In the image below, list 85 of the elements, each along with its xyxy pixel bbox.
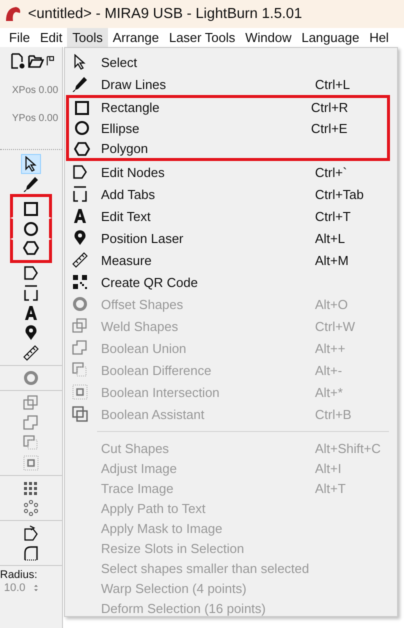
menu-item[interactable]: Draw Lines Ctrl+L <box>65 73 397 95</box>
shortcut-label: Alt+O <box>315 296 349 312</box>
intersection-square-icon <box>23 455 39 471</box>
tool-button[interactable] <box>10 218 52 239</box>
qr-code-icon <box>72 274 88 290</box>
position-readout: YPos 0.00 <box>11 112 60 126</box>
merged-squares-icon <box>23 415 39 431</box>
tool-button[interactable] <box>21 174 41 194</box>
tool-button[interactable] <box>21 154 41 174</box>
dot-ring-icon <box>23 500 39 516</box>
tool-button[interactable] <box>10 194 52 218</box>
shortcut-label: Ctrl+R <box>311 100 350 115</box>
menu-bar-item[interactable]: Arrange <box>108 28 164 47</box>
menu-item[interactable]: Rectangle Ctrl+R <box>66 95 390 117</box>
menu-bar-item[interactable]: Laser Tools <box>164 28 240 47</box>
pointer-icon <box>72 54 88 70</box>
app-logo-icon <box>4 5 22 23</box>
square-icon <box>74 100 90 116</box>
menu-bar-item[interactable]: File <box>4 28 35 47</box>
menu-item[interactable]: Ellipse Ctrl+E <box>66 117 390 139</box>
pencil-icon <box>23 176 39 192</box>
circle-icon <box>23 220 39 236</box>
overlapping-squares-icon <box>72 318 88 334</box>
menu-item[interactable]: Edit Text Ctrl+T <box>65 205 397 227</box>
ring-icon <box>72 296 88 312</box>
menu-item[interactable]: Measure Alt+M <box>65 249 397 271</box>
circle-icon <box>74 120 90 136</box>
shortcut-label: Ctrl+` <box>315 164 348 180</box>
menu-bar-item[interactable]: Tools <box>67 28 108 47</box>
hexagon-icon <box>74 140 90 156</box>
bracket-icon <box>72 186 88 202</box>
position-readout: XPos 0.00 <box>11 84 60 98</box>
shortcut-label: Alt+M <box>315 252 350 268</box>
cut-square-icon <box>72 362 88 378</box>
shortcut-label: Ctrl+L <box>315 76 352 92</box>
menu-item[interactable]: Select <box>65 51 397 73</box>
menu-bar-item[interactable]: Window <box>240 28 296 47</box>
shortcut-label: Alt+T <box>315 480 347 496</box>
menu-item[interactable]: Polygon <box>66 139 390 161</box>
shortcut-label: Alt+L <box>315 230 346 246</box>
shortcut-label: Alt+I <box>315 460 342 476</box>
pentagon-icon <box>72 164 88 180</box>
pentagon-arrow-icon <box>23 525 39 541</box>
menu-item[interactable]: Edit Nodes Ctrl+` <box>65 161 397 183</box>
pencil-icon <box>72 76 88 92</box>
shortcut-label: Alt+Shift+C <box>315 440 382 456</box>
double-square-icon <box>72 406 88 422</box>
hexagon-icon <box>23 240 39 256</box>
letter-a-icon <box>72 208 88 224</box>
shortcut-label: Ctrl+Tab <box>315 186 365 202</box>
menu-bar-item[interactable]: Language <box>296 28 364 47</box>
menu-bar-item[interactable]: Hel <box>364 28 394 47</box>
folder-icon[interactable] <box>28 53 44 69</box>
window-title: <untitled> - MIRA9 USB - LightBurn 1.5.01 <box>28 6 302 22</box>
dot-grid-icon <box>23 480 39 496</box>
menu-item[interactable]: Position Laser Alt+L <box>65 227 397 249</box>
menu-item[interactable]: Create QR Code <box>65 271 397 293</box>
cut-square-icon <box>23 435 39 451</box>
new-file-icon[interactable] <box>10 53 26 69</box>
overlapping-squares-icon <box>23 395 39 411</box>
bracket-icon <box>23 285 39 301</box>
shortcut-label: Ctrl+E <box>311 120 348 136</box>
pentagon-icon <box>23 265 39 281</box>
shortcut-label: Alt++ <box>315 340 346 356</box>
merged-squares-icon <box>72 340 88 356</box>
shortcut-label: Alt+* <box>315 384 344 400</box>
pointer-icon <box>23 156 39 172</box>
shortcut-label: Ctrl+W <box>315 318 356 334</box>
ring-icon <box>23 370 39 386</box>
tool-button[interactable] <box>10 239 52 263</box>
location-pin-icon <box>23 325 39 341</box>
radius-label: Radius: <box>0 569 38 581</box>
square-icon <box>23 201 39 217</box>
shortcut-label: Ctrl+T <box>315 208 352 224</box>
ruler-icon <box>23 345 39 361</box>
rounded-corner-icon <box>23 545 39 561</box>
tool-button[interactable] <box>21 343 41 363</box>
location-pin-icon <box>72 230 88 246</box>
menu-bar-item[interactable]: Edit <box>34 28 68 47</box>
letter-a-icon <box>23 305 39 321</box>
shortcut-label: Alt+- <box>315 362 344 378</box>
intersection-square-icon <box>72 384 88 400</box>
ruler-icon <box>72 252 88 268</box>
shortcut-label: Ctrl+B <box>315 406 352 422</box>
menu-item[interactable]: Add Tabs Ctrl+Tab <box>65 183 397 205</box>
